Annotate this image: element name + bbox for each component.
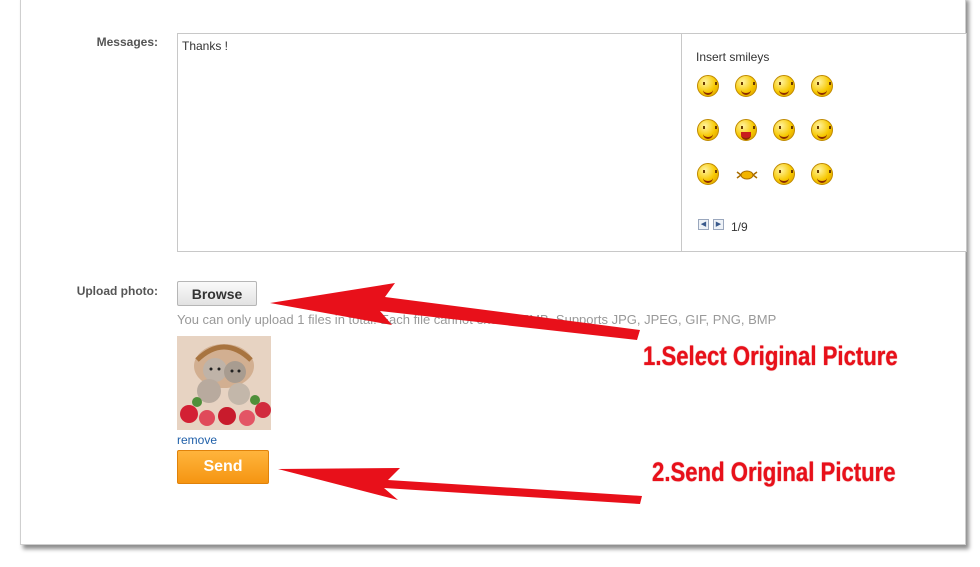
arrow-1-icon [270,283,640,340]
arrow-2-icon [278,468,642,504]
annotation-step-2: 2.Send Original Picture [652,457,896,487]
annotation-step-1: 1.Select Original Picture [643,341,898,371]
